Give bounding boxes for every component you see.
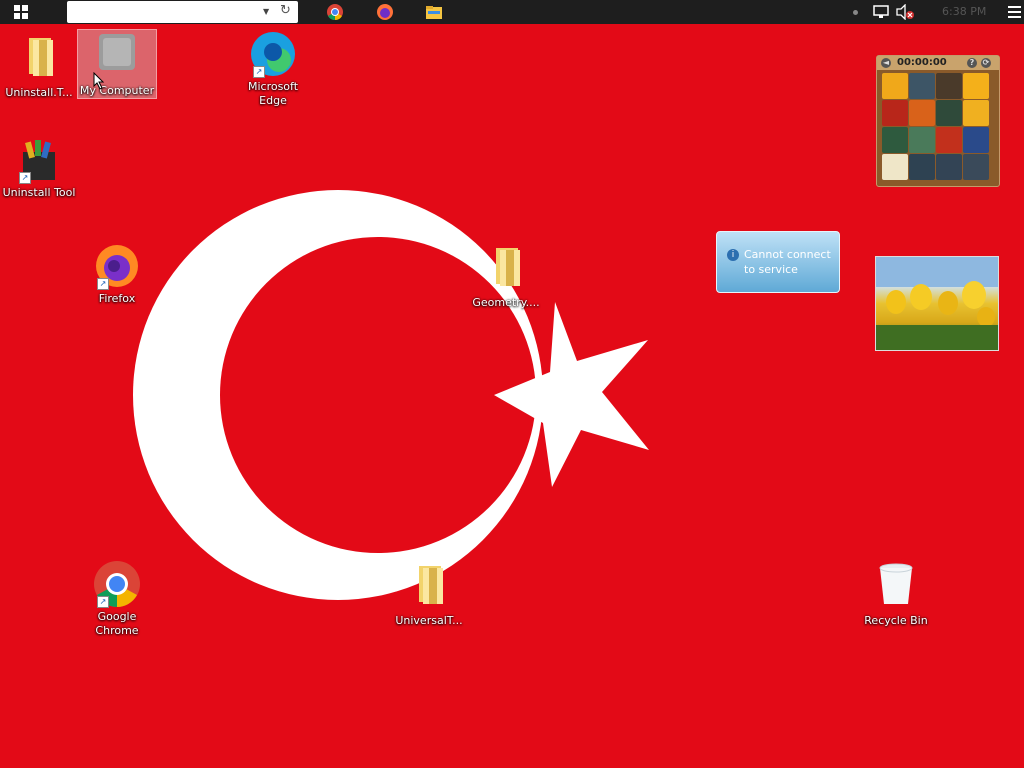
info-icon: i xyxy=(727,249,739,261)
puzzle-tile[interactable] xyxy=(882,100,908,126)
desktop-icon-my-computer[interactable]: My Computer xyxy=(77,29,157,99)
icon-label: Google Chrome xyxy=(95,610,139,637)
puzzle-timer: 00:00:00 xyxy=(897,57,947,68)
desktop-icon-geometry-folder[interactable]: Geometry.... xyxy=(467,242,545,310)
icon-label: UniversalT... xyxy=(395,614,463,627)
icon-label: Microsoft Edge xyxy=(247,80,299,107)
icon-label: Firefox xyxy=(98,292,136,305)
shortcut-arrow-icon: ↗ xyxy=(97,278,109,290)
puzzle-tile[interactable] xyxy=(963,154,989,180)
puzzle-tile[interactable] xyxy=(963,100,989,126)
firefox-icon[interactable] xyxy=(376,3,394,21)
taskbar: ▼ ↻ 6:38 PM xyxy=(0,0,1024,24)
desktop-icon-firefox[interactable]: ↗ Firefox xyxy=(78,242,156,306)
picture-puzzle-gadget[interactable]: ◄ 00:00:00 ? ⟳ xyxy=(876,55,1000,187)
puzzle-tile[interactable] xyxy=(936,100,962,126)
icon-label: My Computer xyxy=(79,84,155,97)
puzzle-grid xyxy=(877,70,999,183)
tray-dot-icon xyxy=(853,10,858,15)
desktop-icon-universal-folder[interactable]: UniversalT... xyxy=(390,560,468,628)
network-icon[interactable] xyxy=(873,5,889,19)
volume-muted-icon[interactable] xyxy=(896,4,914,20)
puzzle-toolbar: ◄ 00:00:00 ? ⟳ xyxy=(877,56,999,70)
puzzle-tile[interactable] xyxy=(909,100,935,126)
wallpaper-flag xyxy=(0,0,1024,768)
folder-icon xyxy=(496,248,520,286)
recycle-bin-icon xyxy=(879,563,913,604)
puzzle-tile[interactable] xyxy=(936,73,962,99)
desktop-icon-microsoft-edge[interactable]: ↗ Microsoft Edge xyxy=(234,30,312,108)
icon-label: Geometry.... xyxy=(472,296,540,309)
puzzle-back-icon[interactable]: ◄ xyxy=(881,58,891,68)
shortcut-arrow-icon: ↗ xyxy=(253,66,265,78)
desktop-icon-google-chrome[interactable]: ↗ Google Chrome xyxy=(78,560,156,638)
puzzle-tile[interactable] xyxy=(909,127,935,153)
windows-start-icon[interactable] xyxy=(14,5,28,19)
puzzle-help-icon[interactable]: ? xyxy=(967,58,977,68)
weather-error-message: Cannot connect to service xyxy=(744,248,831,276)
weather-gadget[interactable]: i Cannot connect to service xyxy=(716,231,840,293)
puzzle-tile[interactable] xyxy=(909,154,935,180)
puzzle-tile[interactable] xyxy=(963,73,989,99)
shortcut-arrow-icon: ↗ xyxy=(97,596,109,608)
computer-icon xyxy=(99,34,135,70)
puzzle-tile[interactable] xyxy=(909,73,935,99)
file-explorer-icon[interactable] xyxy=(425,3,443,21)
chrome-icon[interactable] xyxy=(326,3,344,21)
puzzle-tile[interactable] xyxy=(882,127,908,153)
menu-icon[interactable] xyxy=(1008,6,1021,21)
shortcut-arrow-icon: ↗ xyxy=(19,172,31,184)
icon-label: Uninstall Tool xyxy=(2,186,76,199)
icon-label: Uninstall.T... xyxy=(5,86,73,99)
tulips-image xyxy=(876,257,998,350)
puzzle-tile[interactable] xyxy=(936,154,962,180)
puzzle-shuffle-icon[interactable]: ⟳ xyxy=(981,58,991,68)
puzzle-tile[interactable] xyxy=(963,127,989,153)
refresh-icon[interactable]: ↻ xyxy=(280,3,291,18)
puzzle-tile[interactable] xyxy=(936,127,962,153)
desktop-icon-uninstall-tool[interactable]: ↗ Uninstall Tool xyxy=(0,136,78,200)
desktop-icon-uninstall-folder[interactable]: Uninstall.T... xyxy=(0,32,78,100)
address-input[interactable] xyxy=(67,1,269,21)
mouse-cursor-icon xyxy=(93,72,105,90)
icon-label: Recycle Bin xyxy=(864,614,928,627)
slideshow-gadget[interactable] xyxy=(875,256,999,351)
dropdown-arrow-icon[interactable]: ▼ xyxy=(263,7,269,16)
address-bar[interactable]: ▼ ↻ xyxy=(67,1,298,23)
folder-icon xyxy=(29,38,53,76)
puzzle-tile[interactable] xyxy=(882,154,908,180)
clock[interactable]: 6:38 PM xyxy=(942,5,986,18)
puzzle-tile[interactable] xyxy=(882,73,908,99)
folder-icon xyxy=(419,566,443,604)
desktop-icon-recycle-bin[interactable]: Recycle Bin xyxy=(857,560,935,628)
